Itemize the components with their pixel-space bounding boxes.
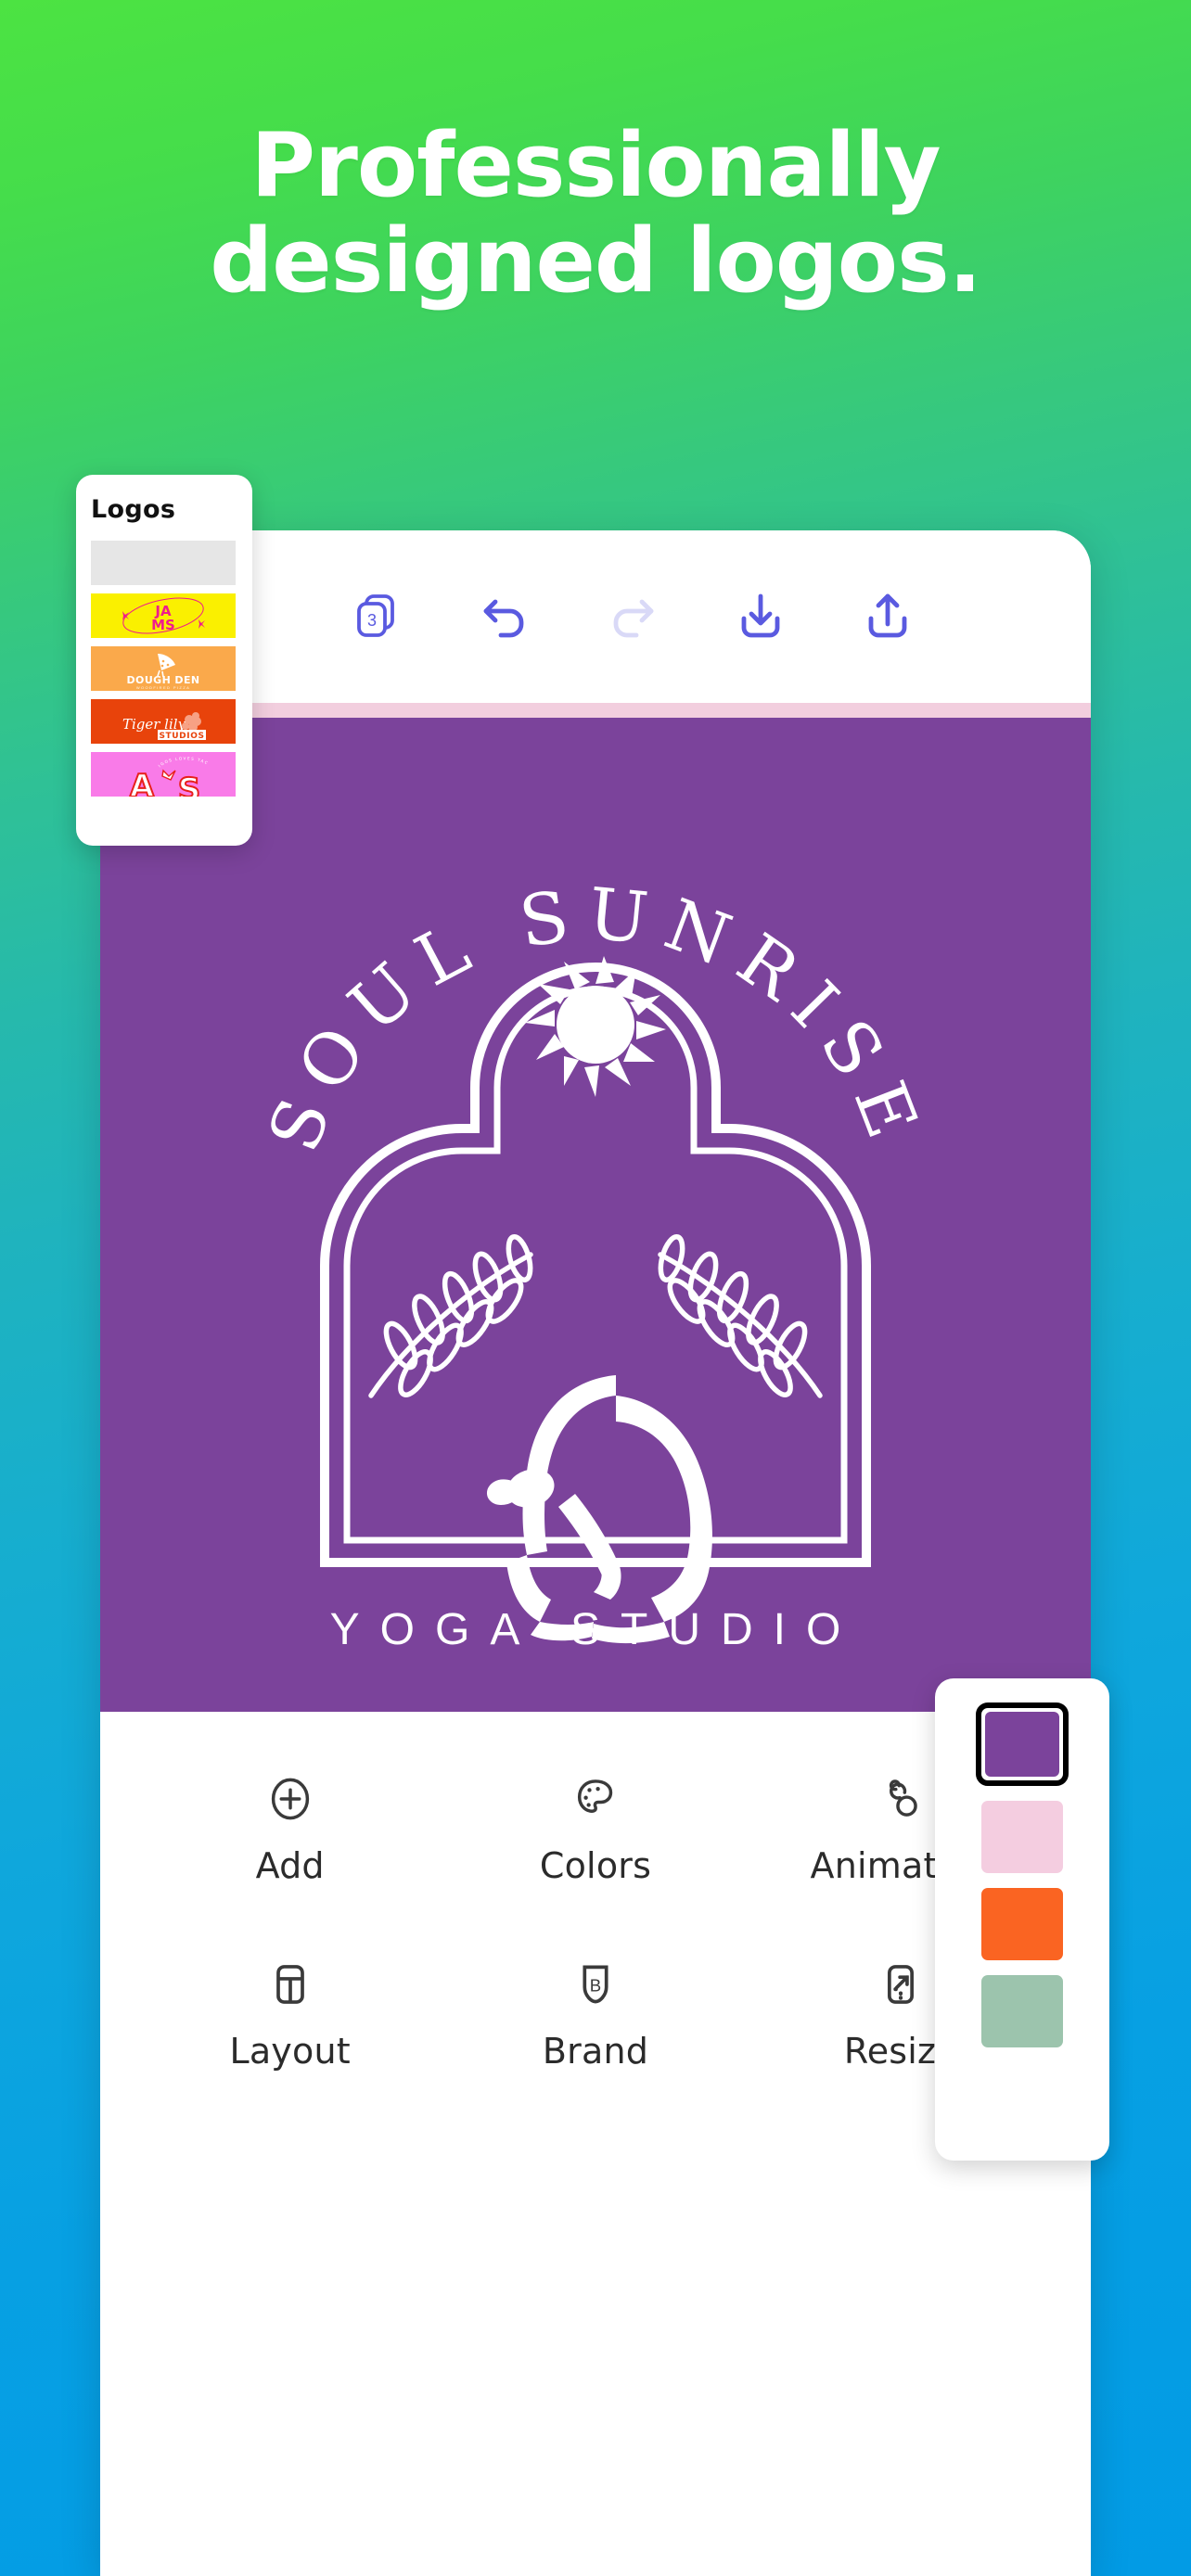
logo-thumb-blank[interactable] (91, 541, 236, 585)
svg-text:WOODFIRED PIZZA: WOODFIRED PIZZA (136, 685, 190, 690)
brand-shield-icon: B (570, 1958, 621, 2010)
svg-text:STUDIOS: STUDIOS (159, 732, 204, 741)
color-swatch-purple[interactable] (976, 1702, 1069, 1786)
svg-text:MS: MS (151, 617, 175, 633)
logo-thumb-amigos[interactable]: AMIGOS LOVES TACOS A S (91, 752, 236, 797)
svg-text:S: S (178, 772, 201, 797)
colors-panel[interactable] (935, 1678, 1109, 2161)
page-title: Professionally designed logos. (0, 119, 1191, 309)
tool-add-label: Add (255, 1845, 325, 1886)
pages-icon: 3 (348, 587, 407, 646)
svg-text:B: B (590, 1975, 601, 1995)
layout-icon (264, 1958, 316, 2010)
resize-icon (875, 1958, 927, 2010)
color-swatch-sage-green[interactable] (981, 1975, 1063, 2047)
logo-thumb-jams[interactable]: JA MS (91, 593, 236, 638)
yoga-pose-figure (486, 1375, 712, 1644)
design-canvas[interactable]: SOUL SUNRISE YOGA STUDIO (100, 718, 1091, 1712)
color-swatch-orange[interactable] (981, 1888, 1063, 1960)
logo-subtitle: YOGA STUDIO (330, 1605, 862, 1654)
tool-layout[interactable]: Layout (179, 1958, 402, 2072)
headline-line-2: designed logos. (210, 210, 981, 312)
fern-right (658, 1234, 823, 1398)
tool-brand-label: Brand (542, 2031, 649, 2072)
share-button[interactable] (849, 578, 927, 656)
undo-button[interactable] (466, 578, 544, 656)
tool-brand[interactable]: B Brand (484, 1958, 707, 2072)
download-button[interactable] (722, 578, 800, 656)
redo-icon (603, 587, 662, 646)
logo-thumb-dough-den[interactable]: DOUGH DEN WOODFIRED PIZZA (91, 646, 236, 691)
share-icon (858, 587, 917, 646)
download-icon (731, 587, 790, 646)
headline-line-1: Professionally (250, 115, 941, 217)
pages-badge-count: 3 (367, 611, 377, 630)
redo-button[interactable] (594, 578, 672, 656)
svg-text:A: A (130, 768, 155, 797)
color-swatch-light-pink[interactable] (981, 1801, 1063, 1873)
undo-icon (475, 587, 534, 646)
logo-artwork: SOUL SUNRISE YOGA STUDIO (252, 746, 939, 1683)
tool-colors-label: Colors (539, 1845, 652, 1886)
tool-layout-label: Layout (229, 2031, 351, 2072)
logos-panel[interactable]: Logos JA MS DOUGH DEN WOODFIRED PIZZA Ti… (76, 475, 252, 846)
fern-left (368, 1234, 533, 1398)
logos-panel-title: Logos (91, 495, 176, 524)
tool-add[interactable]: Add (179, 1773, 402, 1886)
animation-icon (875, 1773, 927, 1825)
pages-button[interactable]: 3 (339, 578, 416, 656)
palette-icon (570, 1773, 621, 1825)
color-swatch-purple-fill (985, 1712, 1059, 1777)
tool-colors[interactable]: Colors (484, 1773, 707, 1886)
plus-circle-icon (264, 1773, 316, 1825)
logo-thumb-tiger-lily[interactable]: Tiger lily STUDIOS (91, 699, 236, 744)
